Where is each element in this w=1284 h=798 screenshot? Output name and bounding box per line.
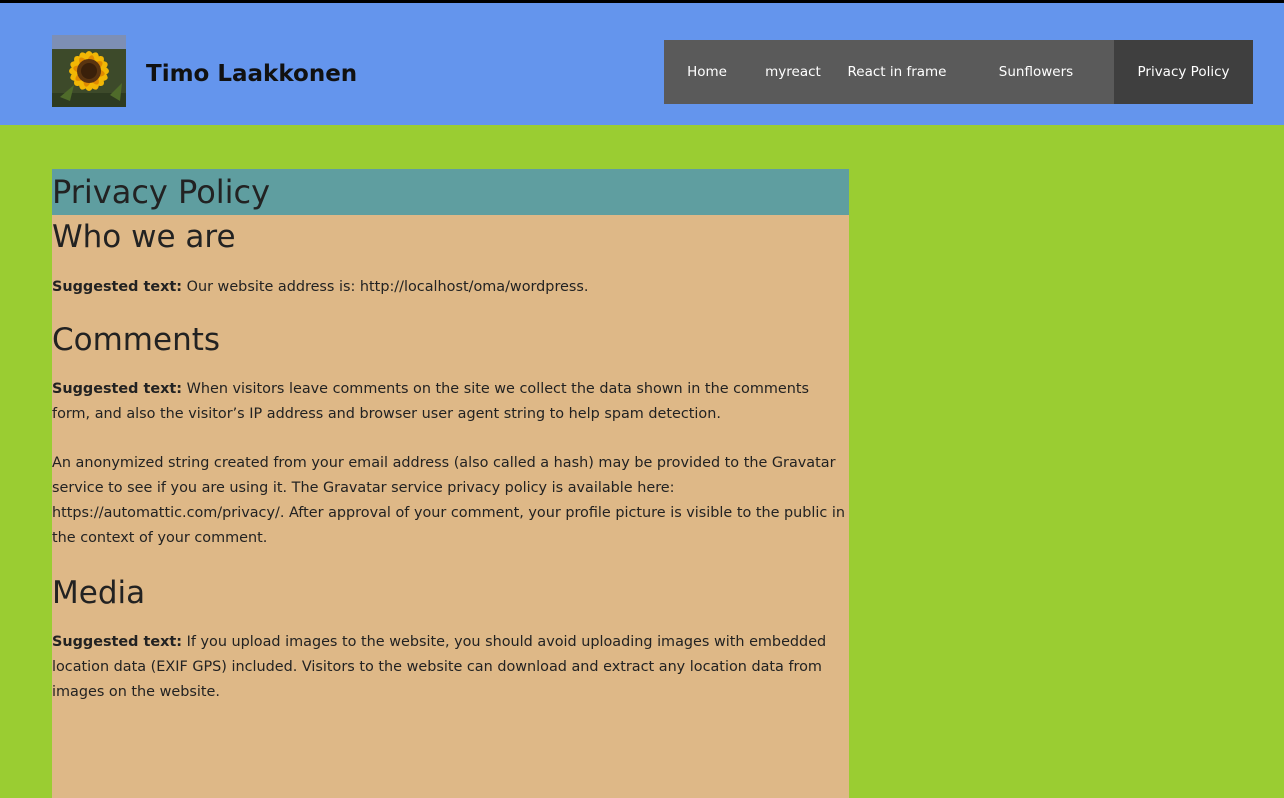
section-comments: Comments Suggested text: When visitors l… xyxy=(52,320,849,551)
main-nav: Home myreact React in frame Sunflowers P… xyxy=(664,40,1253,104)
page-title: Privacy Policy xyxy=(52,173,271,211)
suggested-text-label: Suggested text: xyxy=(52,279,183,295)
section-heading-comments: Comments xyxy=(52,322,221,358)
nav-item-react-in-frame[interactable]: React in frame xyxy=(836,40,958,104)
nav-item-sunflowers[interactable]: Sunflowers xyxy=(958,40,1114,104)
nav-item-home[interactable]: Home xyxy=(664,40,750,104)
who-we-are-text: Our website address is: http://localhost… xyxy=(182,279,589,295)
nav-item-privacy-policy[interactable]: Privacy Policy xyxy=(1114,40,1253,104)
main-content: Privacy Policy Who we are Suggested text… xyxy=(52,169,849,798)
page-title-bar: Privacy Policy xyxy=(52,169,849,215)
section-heading-media: Media xyxy=(52,575,146,611)
section-heading-who-we-are: Who we are xyxy=(52,219,236,255)
suggested-text-label: Suggested text: xyxy=(52,381,183,397)
who-we-are-paragraph: Suggested text: Our website address is: … xyxy=(52,275,849,300)
nav-item-myreact[interactable]: myreact xyxy=(750,40,836,104)
section-media: Media Suggested text: If you upload imag… xyxy=(52,573,849,705)
media-paragraph-1: Suggested text: If you upload images to … xyxy=(52,630,849,705)
site-title[interactable]: Timo Laakkonen xyxy=(146,59,357,89)
section-who-we-are: Who we are Suggested text: Our website a… xyxy=(52,217,849,300)
suggested-text-label: Suggested text: xyxy=(52,634,183,650)
comments-paragraph-2: An anonymized string created from your e… xyxy=(52,455,846,546)
comments-paragraph-1: Suggested text: When visitors leave comm… xyxy=(52,377,849,427)
site-header: Timo Laakkonen Home myreact React in fra… xyxy=(0,3,1284,125)
privacy-policy-body: Who we are Suggested text: Our website a… xyxy=(52,217,849,705)
sunflower-logo-icon[interactable] xyxy=(52,35,126,107)
